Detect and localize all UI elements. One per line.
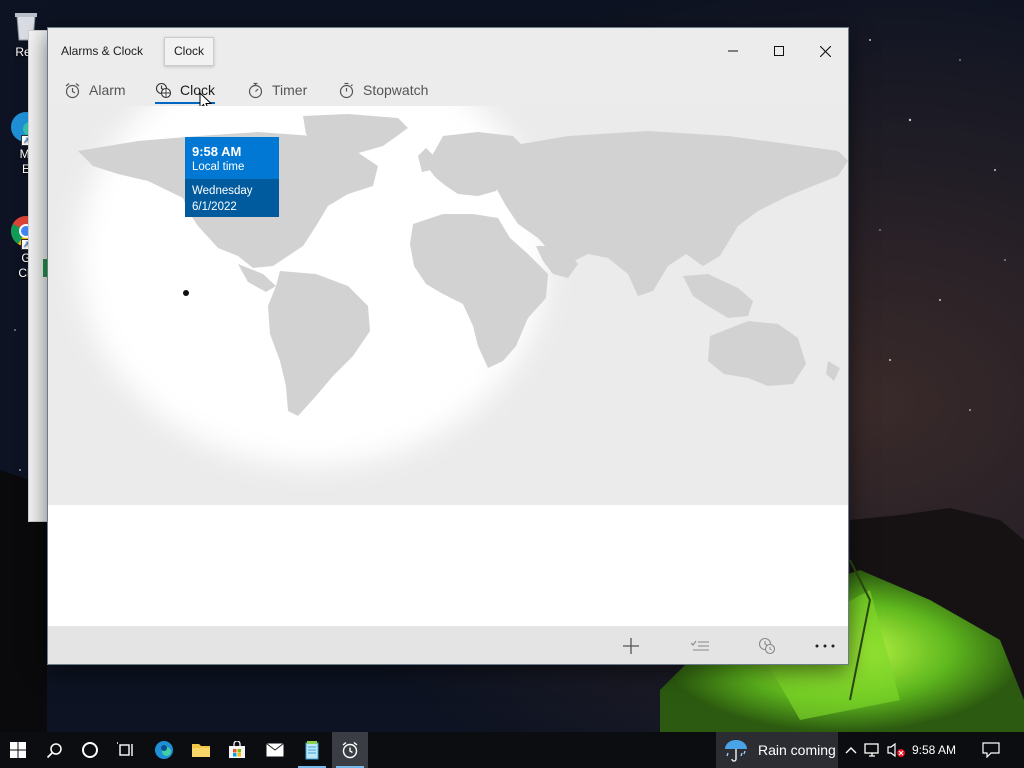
task-view-button[interactable] xyxy=(108,732,144,768)
home-location-marker[interactable] xyxy=(183,290,189,296)
world-clock-list xyxy=(48,505,848,626)
store-bag-icon xyxy=(229,741,245,758)
compare-time-button[interactable] xyxy=(753,632,781,660)
close-icon xyxy=(819,45,831,57)
world-map-area[interactable]: 9:58 AM Local time Wednesday 6/1/2022 xyxy=(48,106,848,505)
taskbar-file-explorer[interactable] xyxy=(183,732,219,768)
title-bar[interactable]: Alarms & Clock Clock xyxy=(48,28,848,74)
tab-label: Stopwatch xyxy=(363,82,429,98)
volume-button[interactable] xyxy=(887,741,905,759)
tab-label: Alarm xyxy=(89,82,126,98)
alarm-clock-icon xyxy=(64,82,81,99)
weather-widget[interactable]: Rain coming xyxy=(716,732,838,768)
minimize-icon xyxy=(728,50,738,52)
folder-icon xyxy=(192,744,210,757)
volume-muted-icon xyxy=(887,742,905,758)
network-button[interactable] xyxy=(864,741,882,759)
chevron-up-icon xyxy=(845,747,857,754)
task-view-icon xyxy=(117,742,133,756)
taskbar-alarms-clock[interactable] xyxy=(332,732,368,768)
network-icon xyxy=(864,743,879,757)
windows-logo-icon xyxy=(10,742,26,758)
more-icon xyxy=(815,644,835,648)
close-button[interactable] xyxy=(802,28,848,74)
world-map xyxy=(48,106,848,505)
minimize-button[interactable] xyxy=(710,28,756,74)
umbrella-rain-icon xyxy=(725,740,747,762)
tab-timer[interactable]: Timer xyxy=(247,74,307,106)
tab-alarm[interactable]: Alarm xyxy=(64,74,126,106)
edit-list-icon xyxy=(691,640,709,651)
maximize-button[interactable] xyxy=(756,28,802,74)
command-bar xyxy=(48,626,848,664)
show-hidden-icons-button[interactable] xyxy=(842,741,860,759)
add-icon xyxy=(623,638,639,654)
local-time-card-bottom: Wednesday 6/1/2022 xyxy=(185,179,279,217)
maximize-icon xyxy=(774,46,784,56)
add-city-button[interactable] xyxy=(617,632,645,660)
alarm-clock-icon xyxy=(342,741,358,759)
tooltip: Clock xyxy=(164,37,215,66)
local-date: 6/1/2022 xyxy=(192,201,237,213)
action-center-button[interactable] xyxy=(982,741,1000,759)
world-clock-icon xyxy=(155,82,172,99)
local-time: 9:58 AM xyxy=(192,144,242,159)
window-title: Alarms & Clock xyxy=(61,44,144,58)
tab-stopwatch[interactable]: Stopwatch xyxy=(338,74,428,106)
weather-text: Rain coming xyxy=(758,742,836,758)
taskbar-notepad[interactable] xyxy=(294,732,330,768)
cortana-icon xyxy=(82,742,98,758)
start-button[interactable] xyxy=(0,732,36,768)
taskbar-store[interactable] xyxy=(219,732,255,768)
local-time-label: Local time xyxy=(192,161,245,173)
search-button[interactable] xyxy=(36,732,72,768)
tab-label: Timer xyxy=(272,82,308,98)
more-options-button[interactable] xyxy=(811,632,839,660)
local-time-card[interactable]: 9:58 AM Local time Wednesday 6/1/2022 xyxy=(185,137,279,217)
taskbar-edge[interactable] xyxy=(146,732,182,768)
compare-time-icon xyxy=(758,637,776,655)
alarms-clock-window: Alarms & Clock Clock Alarm Clock Timer S… xyxy=(47,27,849,665)
notification-icon xyxy=(982,742,1000,758)
cortana-button[interactable] xyxy=(72,732,108,768)
stopwatch-icon xyxy=(338,82,355,99)
search-icon xyxy=(46,742,62,758)
taskbar: Rain coming 9:58 AM xyxy=(0,732,1024,768)
tab-bar: Alarm Clock Timer Stopwatch xyxy=(48,74,848,106)
edge-icon xyxy=(155,741,173,759)
notepad-icon xyxy=(305,741,319,760)
edit-clocks-button[interactable] xyxy=(686,632,714,660)
mail-icon xyxy=(266,743,284,757)
local-time-card-top: 9:58 AM Local time xyxy=(185,137,279,179)
local-day: Wednesday xyxy=(192,185,253,197)
taskbar-clock[interactable]: 9:58 AM xyxy=(912,732,956,768)
taskbar-mail[interactable] xyxy=(257,732,293,768)
timer-icon xyxy=(247,82,264,99)
